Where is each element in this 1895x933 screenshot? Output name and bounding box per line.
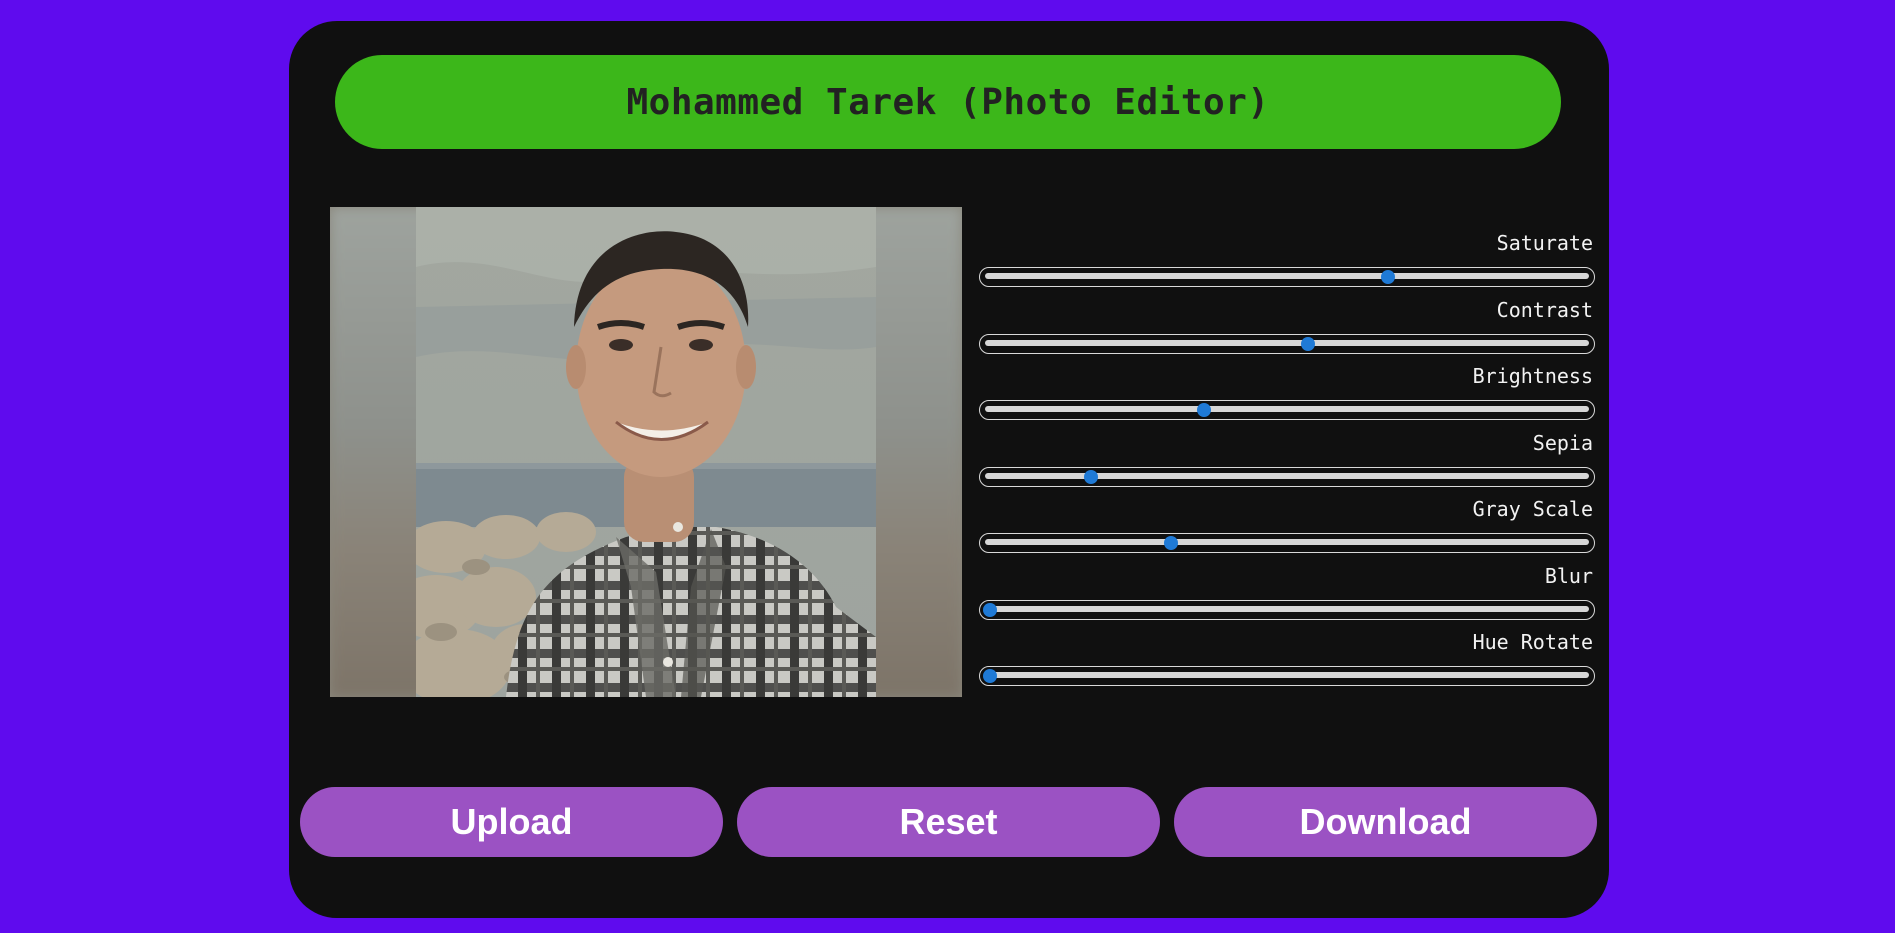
- control-label: Blur: [1544, 563, 1593, 588]
- control-sepia: Sepia: [979, 431, 1595, 498]
- slider-thumb[interactable]: [1083, 469, 1098, 484]
- control-blur: Blur: [979, 564, 1595, 631]
- slider-thumb[interactable]: [1300, 336, 1315, 351]
- control-contrast: Contrast: [979, 298, 1595, 365]
- slider-track: [985, 472, 1589, 479]
- title-bar: Mohammed Tarek (Photo Editor): [335, 55, 1561, 149]
- control-label: Brightness: [1472, 364, 1593, 388]
- hue-rotate-slider[interactable]: [979, 666, 1595, 686]
- download-button[interactable]: Download: [1174, 787, 1597, 857]
- slider-track: [985, 273, 1589, 279]
- contrast-slider[interactable]: [979, 333, 1595, 354]
- slider-thumb[interactable]: [983, 602, 997, 617]
- slider-track: [985, 339, 1589, 346]
- photo-preview: [330, 207, 962, 697]
- slider-thumb[interactable]: [1164, 536, 1179, 550]
- control-brightness: Brightness: [979, 364, 1595, 431]
- slider-track: [985, 406, 1589, 412]
- control-label: Sepia: [1532, 430, 1593, 455]
- blur-slider[interactable]: [979, 599, 1595, 620]
- slider-thumb[interactable]: [1196, 403, 1211, 417]
- control-saturate: Saturate: [979, 231, 1595, 298]
- brightness-slider[interactable]: [979, 400, 1595, 420]
- slider-track: [985, 605, 1589, 612]
- control-hue-rotate: Hue Rotate: [979, 630, 1595, 697]
- grayscale-slider[interactable]: [979, 533, 1595, 553]
- slider-track: [985, 672, 1589, 678]
- control-label: Contrast: [1496, 297, 1593, 322]
- control-grayscale: Gray Scale: [979, 497, 1595, 564]
- photo-image: [416, 207, 876, 697]
- slider-track: [985, 539, 1589, 545]
- control-label: Saturate: [1496, 231, 1593, 255]
- saturate-slider[interactable]: [979, 267, 1595, 287]
- control-label: Gray Scale: [1472, 497, 1593, 521]
- page-title: Mohammed Tarek (Photo Editor): [626, 81, 1270, 123]
- filter-controls: Saturate Contrast Brightness Sepia Gray …: [979, 231, 1595, 697]
- sepia-slider[interactable]: [979, 466, 1595, 487]
- slider-thumb[interactable]: [983, 669, 997, 683]
- upload-button[interactable]: Upload: [300, 787, 723, 857]
- editor-card: Mohammed Tarek (Photo Editor) Saturate C…: [289, 21, 1609, 918]
- slider-thumb[interactable]: [1380, 270, 1395, 284]
- reset-button[interactable]: Reset: [737, 787, 1160, 857]
- control-label: Hue Rotate: [1472, 630, 1593, 654]
